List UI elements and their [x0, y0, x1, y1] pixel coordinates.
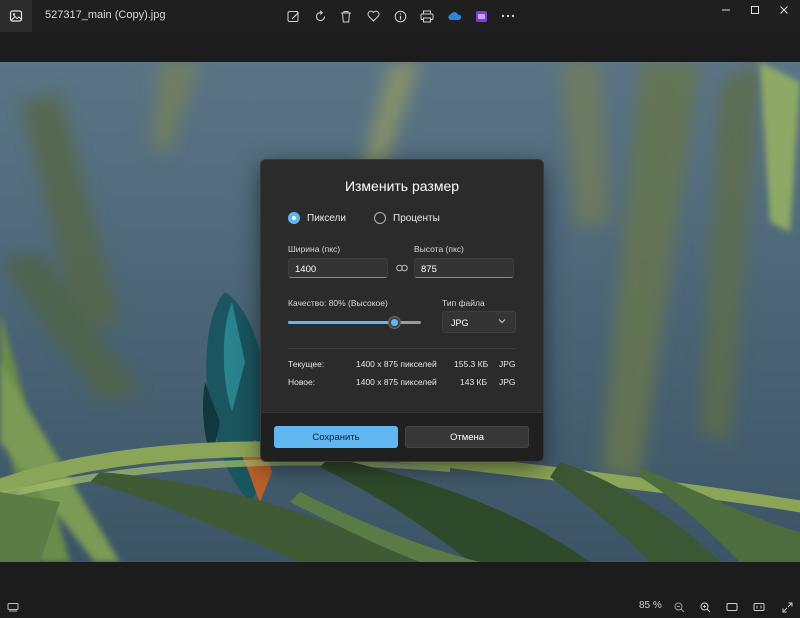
radio-percent[interactable]: Проценты: [374, 212, 440, 224]
close-button[interactable]: [769, 2, 799, 18]
height-label: Высота (пкс): [414, 244, 464, 254]
filetype-label: Тип файла: [442, 298, 485, 308]
dialog-title: Изменить размер: [344, 178, 460, 194]
favorite-icon[interactable]: [363, 6, 383, 26]
new-label: Новое:: [288, 377, 316, 387]
fullscreen-icon[interactable]: [779, 599, 795, 615]
fit-to-window-icon[interactable]: [724, 599, 740, 615]
current-size: 155.3 КБ: [454, 359, 489, 369]
chevron-down-icon: [498, 317, 506, 326]
more-icon[interactable]: [498, 6, 518, 26]
save-button[interactable]: Сохранить: [274, 426, 398, 448]
actual-size-icon[interactable]: [751, 599, 767, 615]
delete-icon[interactable]: [336, 6, 356, 26]
new-size: 143 КБ: [460, 377, 488, 387]
onedrive-icon[interactable]: [444, 6, 464, 26]
cancel-button[interactable]: Отмена: [405, 426, 529, 448]
zoom-level: 85 %: [639, 600, 662, 611]
edit-image-icon[interactable]: [283, 6, 303, 26]
quality-slider-track[interactable]: [288, 321, 421, 324]
width-input[interactable]: 1400: [288, 258, 388, 278]
file-name: 527317_main (Copy).jpg: [45, 9, 166, 21]
print-icon[interactable]: [417, 6, 437, 26]
quality-slider-thumb[interactable]: [387, 316, 401, 329]
radio-selected-icon: [288, 212, 300, 224]
rotate-icon[interactable]: [310, 6, 330, 26]
maximize-button[interactable]: [740, 2, 770, 18]
divider: [288, 348, 516, 349]
filetype-select[interactable]: JPG: [442, 311, 516, 333]
width-label: Ширина (пкс): [288, 244, 341, 254]
current-dimensions: 1400 x 875 пикселей: [356, 359, 437, 369]
height-input[interactable]: 875: [414, 258, 514, 278]
quality-slider-fill: [288, 321, 395, 324]
zoom-out-icon[interactable]: [671, 599, 687, 615]
clipchamp-icon[interactable]: [471, 6, 491, 26]
dialog-footer: Сохранить Отмена: [261, 412, 543, 461]
info-icon[interactable]: [390, 6, 410, 26]
minimize-button[interactable]: [711, 2, 741, 18]
quality-label: Качество: 80% (Высокое): [288, 298, 388, 308]
status-bar: 85 %: [0, 596, 800, 618]
new-type: JPG: [499, 377, 516, 387]
radio-pixels[interactable]: Пиксели: [288, 212, 346, 224]
radio-unselected-icon: [374, 212, 386, 224]
radio-percent-label: Проценты: [393, 212, 440, 224]
radio-pixels-label: Пиксели: [307, 212, 346, 224]
photos-app-icon[interactable]: [0, 0, 32, 32]
filmstrip-icon[interactable]: [5, 599, 21, 615]
new-dimensions: 1400 x 875 пикселей: [356, 377, 437, 387]
zoom-in-icon[interactable]: [697, 599, 713, 615]
filetype-value: JPG: [451, 318, 469, 328]
resize-dialog: Изменить размер Пиксели Проценты Ширина …: [260, 159, 544, 462]
title-bar: 527317_main (Copy).jpg: [0, 0, 800, 32]
current-label: Текущее:: [288, 359, 325, 369]
current-type: JPG: [499, 359, 516, 369]
link-aspect-icon[interactable]: [396, 264, 408, 272]
